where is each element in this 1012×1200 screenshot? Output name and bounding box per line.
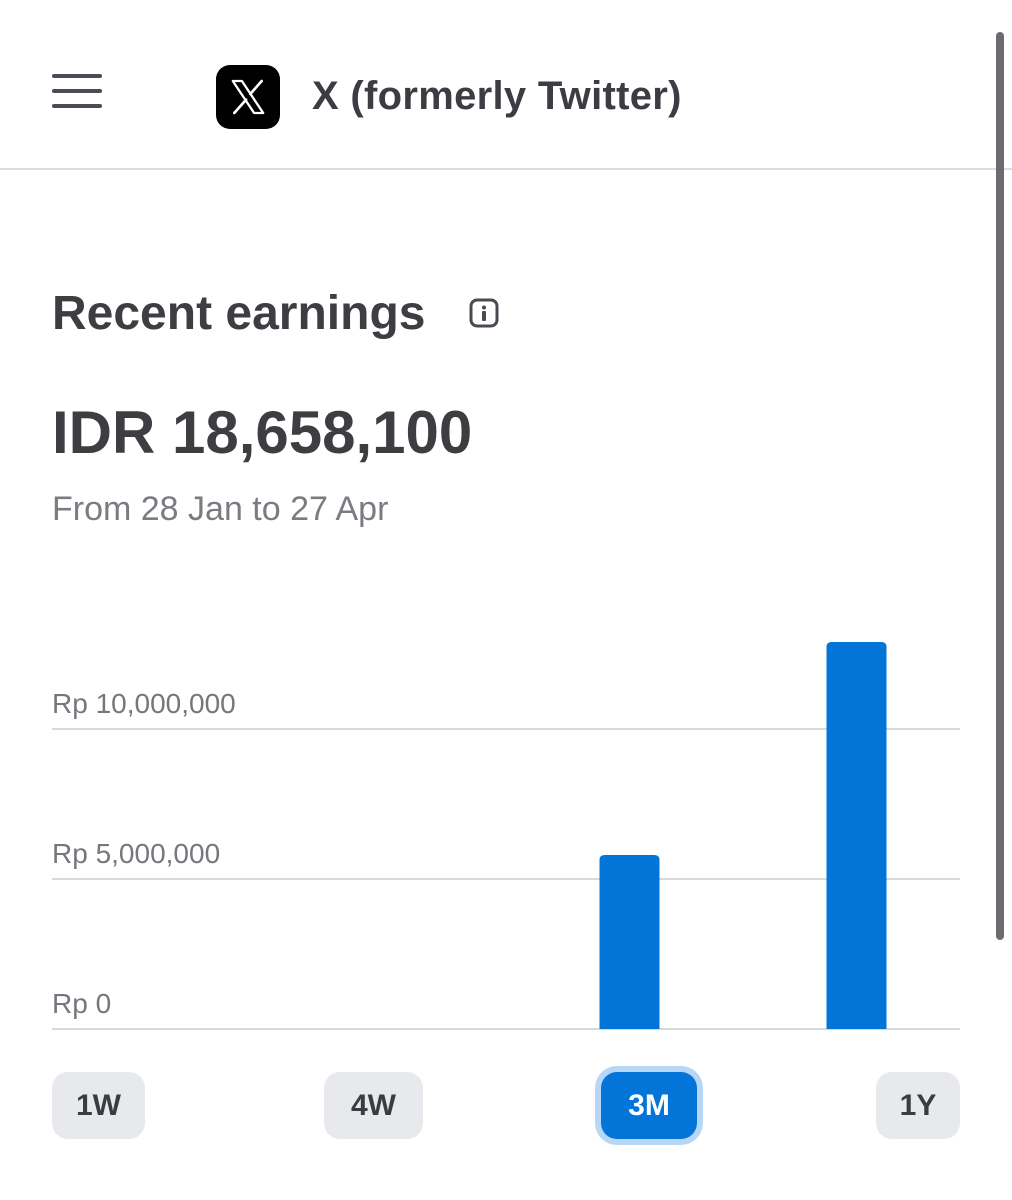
hamburger-menu-icon[interactable] [52,70,104,112]
earnings-bar-chart: Rp 0 Rp 5,000,000 Rp 10,000,000 [52,642,960,1030]
app-header: X (formerly Twitter) [0,0,1012,170]
y-tick-label: Rp 0 [52,988,111,1019]
earnings-bar[interactable] [826,642,887,1029]
range-button-3m[interactable]: 3M [601,1072,697,1139]
info-icon[interactable] [469,298,499,328]
y-tick-label: Rp 10,000,000 [52,688,236,719]
range-button-1w[interactable]: 1W [52,1072,145,1139]
earnings-bar[interactable] [599,855,660,1029]
range-button-4w[interactable]: 4W [324,1072,423,1139]
app-title: X (formerly Twitter) [312,74,682,118]
section-title: Recent earnings [52,287,426,340]
range-button-1y[interactable]: 1Y [876,1072,960,1139]
earnings-amount: IDR 18,658,100 [52,399,473,466]
date-range: From 28 Jan to 27 Apr [52,490,389,528]
x-logo-icon [216,65,280,129]
y-tick-label: Rp 5,000,000 [52,838,220,869]
